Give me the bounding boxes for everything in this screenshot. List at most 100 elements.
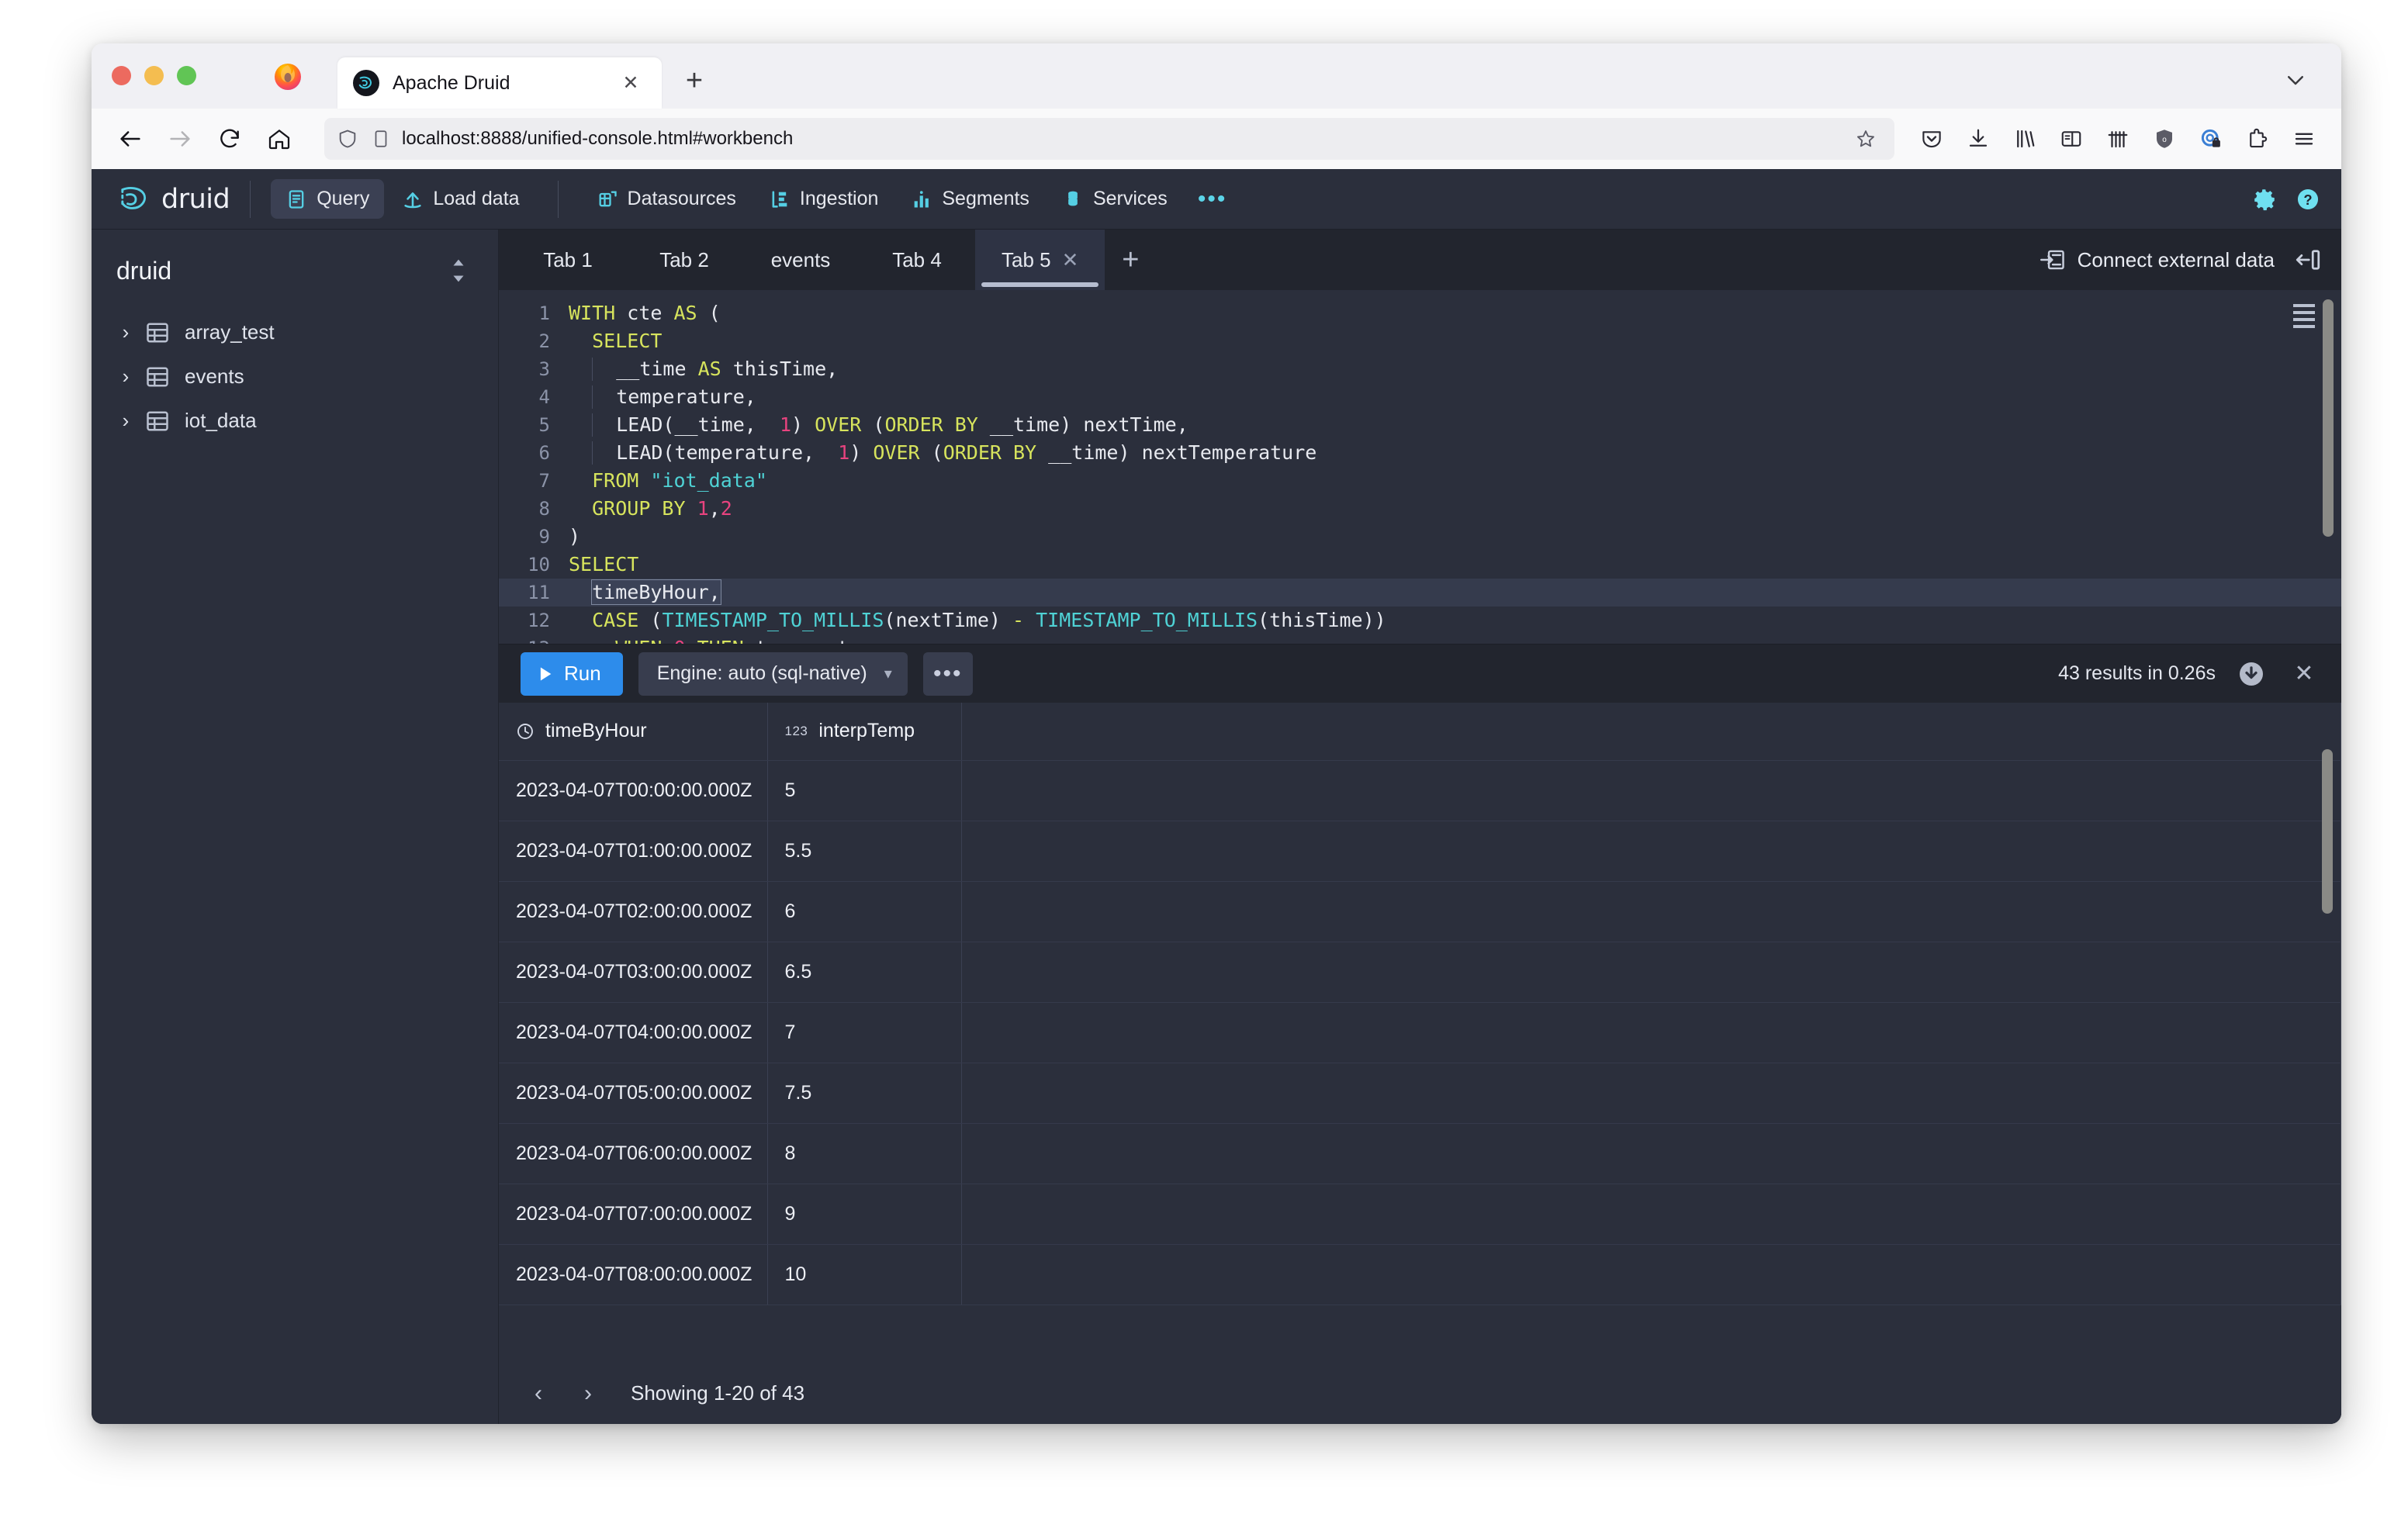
cell-filler	[961, 942, 2341, 1002]
extension-icon[interactable]	[2237, 119, 2278, 159]
query-tab-events[interactable]: events	[742, 230, 859, 290]
sidebar-item-iot-data[interactable]: › iot_data	[92, 399, 498, 443]
next-page-button[interactable]: ›	[569, 1374, 607, 1413]
query-more-options-button[interactable]: •••	[923, 652, 973, 696]
query-tab-1[interactable]: Tab 1	[510, 230, 626, 290]
table-row[interactable]: 2023-04-07T03:00:00.000Z 6.5	[499, 942, 2341, 1002]
results-scrollbar[interactable]	[2322, 749, 2333, 914]
firefox-view-icon[interactable]	[2098, 119, 2138, 159]
line-number: 8	[499, 495, 569, 523]
line-number: 9	[499, 523, 569, 551]
table-row[interactable]: 2023-04-07T07:00:00.000Z 9	[499, 1184, 2341, 1244]
home-icon[interactable]	[258, 117, 301, 161]
downloads-icon[interactable]	[1958, 119, 1998, 159]
column-header-interptemp[interactable]: 123 interpTemp	[767, 703, 961, 760]
code-line-2: 2 SELECT	[499, 327, 2341, 355]
query-pane: Tab 1 Tab 2 events Tab 4 Tab 5	[499, 230, 2341, 1424]
gear-icon[interactable]	[2251, 186, 2278, 213]
run-button[interactable]: Run	[521, 652, 623, 696]
pocket-icon[interactable]	[1912, 119, 1952, 159]
container-icon[interactable]	[2191, 119, 2231, 159]
help-icon[interactable]: ?	[2295, 186, 2321, 213]
browser-tab-apache-druid[interactable]: Apache Druid ✕	[337, 57, 662, 109]
sidebar-item-label: array_test	[185, 320, 275, 344]
library-icon[interactable]	[2005, 119, 2045, 159]
sidebar-title: druid	[116, 257, 445, 285]
sidebar-icon[interactable]	[2051, 119, 2091, 159]
browser-navigation-bar: localhost:8888/unified-console.html#work…	[92, 109, 2341, 169]
new-tab-button[interactable]: +	[676, 62, 713, 99]
nav-item-label: Segments	[942, 188, 1029, 210]
engine-select-button[interactable]: Engine: auto (sql-native) ▾	[638, 652, 908, 696]
chevron-right-icon[interactable]: ›	[118, 409, 133, 433]
editor-scrollbar[interactable]	[2323, 299, 2334, 537]
cell-time: 2023-04-07T07:00:00.000Z	[499, 1184, 767, 1244]
close-query-tab-button[interactable]: ✕	[1062, 250, 1079, 270]
table-row[interactable]: 2023-04-07T01:00:00.000Z 5.5	[499, 821, 2341, 881]
import-icon	[2040, 248, 2065, 271]
shield-icon[interactable]: o	[2144, 119, 2185, 159]
tracking-protection-shield-icon[interactable]	[337, 128, 358, 150]
chevron-right-icon[interactable]: ›	[118, 365, 133, 389]
cell-time: 2023-04-07T08:00:00.000Z	[499, 1244, 767, 1305]
druid-logo[interactable]: druid	[118, 183, 230, 216]
nav-item-services[interactable]: Services	[1047, 179, 1182, 219]
minimize-window-button[interactable]	[144, 66, 164, 85]
add-query-tab-button[interactable]: +	[1105, 230, 1156, 290]
window-controls[interactable]	[112, 66, 196, 109]
nav-item-datasources[interactable]: Datasources	[582, 179, 751, 219]
query-tab-2[interactable]: Tab 2	[626, 230, 742, 290]
code-text: GROUP BY 1,2	[569, 495, 2341, 523]
maximize-window-button[interactable]	[177, 66, 196, 85]
sort-icon[interactable]	[445, 255, 472, 286]
table-row[interactable]: 2023-04-07T06:00:00.000Z 8	[499, 1123, 2341, 1184]
download-icon[interactable]	[2234, 657, 2268, 691]
sidebar-item-array-test[interactable]: › array_test	[92, 310, 498, 354]
back-arrow-icon[interactable]	[109, 117, 152, 161]
sql-editor[interactable]: 1 WITH cte AS ( 2 SELECT 3 __time AS thi…	[499, 290, 2341, 644]
table-row[interactable]: 2023-04-07T00:00:00.000Z 5	[499, 760, 2341, 821]
url-text[interactable]: localhost:8888/unified-console.html#work…	[402, 128, 1849, 150]
results-table-head: timeByHour 123 interpTemp	[499, 703, 2341, 760]
table-row[interactable]: 2023-04-07T08:00:00.000Z 10	[499, 1244, 2341, 1305]
previous-page-button[interactable]: ‹	[519, 1374, 558, 1413]
line-number: 1	[499, 299, 569, 327]
browser-tab-title: Apache Druid	[393, 72, 615, 95]
cell-temp: 10	[767, 1244, 961, 1305]
nav-item-load-data[interactable]: Load data	[387, 179, 534, 219]
nav-item-ingestion[interactable]: Ingestion	[754, 179, 893, 219]
code-line-5: 5 LEAD(__time, 1) OVER (ORDER BY __time)…	[499, 411, 2341, 439]
druid-main-body: druid › array_test	[92, 230, 2341, 1424]
table-header-row: timeByHour 123 interpTemp	[499, 703, 2341, 760]
close-window-button[interactable]	[112, 66, 131, 85]
cell-filler	[961, 1123, 2341, 1184]
reload-icon[interactable]	[208, 117, 251, 161]
page-info-icon[interactable]	[371, 129, 391, 149]
query-tab-5[interactable]: Tab 5 ✕	[975, 230, 1105, 290]
column-header-timebyhour[interactable]: timeByHour	[499, 703, 767, 760]
sidebar-header: druid	[92, 248, 498, 293]
close-tab-button[interactable]: ✕	[615, 67, 646, 98]
collapse-panel-icon[interactable]	[2295, 248, 2321, 271]
nav-more-button[interactable]: •••	[1185, 184, 1240, 215]
menu-icon[interactable]	[2284, 119, 2324, 159]
chevron-right-icon[interactable]: ›	[118, 320, 133, 344]
close-results-button[interactable]: ✕	[2287, 657, 2321, 691]
nav-item-segments[interactable]: Segments	[896, 179, 1044, 219]
table-row[interactable]: 2023-04-07T05:00:00.000Z 7.5	[499, 1063, 2341, 1123]
sidebar-item-events[interactable]: › events	[92, 354, 498, 399]
query-tab-4[interactable]: Tab 4	[859, 230, 975, 290]
code-line-8: 8 GROUP BY 1,2	[499, 495, 2341, 523]
nav-item-query[interactable]: Query	[271, 179, 384, 219]
run-button-label: Run	[564, 662, 601, 686]
table-row[interactable]: 2023-04-07T02:00:00.000Z 6	[499, 881, 2341, 942]
list-all-tabs-button[interactable]	[2276, 60, 2315, 99]
cell-filler	[961, 1063, 2341, 1123]
connect-external-data-button[interactable]: Connect external data	[2040, 248, 2275, 272]
table-row[interactable]: 2023-04-07T04:00:00.000Z 7	[499, 1002, 2341, 1063]
sidebar-item-label: events	[185, 365, 244, 389]
editor-menu-icon[interactable]	[2293, 304, 2315, 328]
clock-icon	[516, 722, 535, 741]
url-bar[interactable]: localhost:8888/unified-console.html#work…	[324, 118, 1894, 160]
bookmark-star-icon[interactable]	[1849, 123, 1882, 155]
